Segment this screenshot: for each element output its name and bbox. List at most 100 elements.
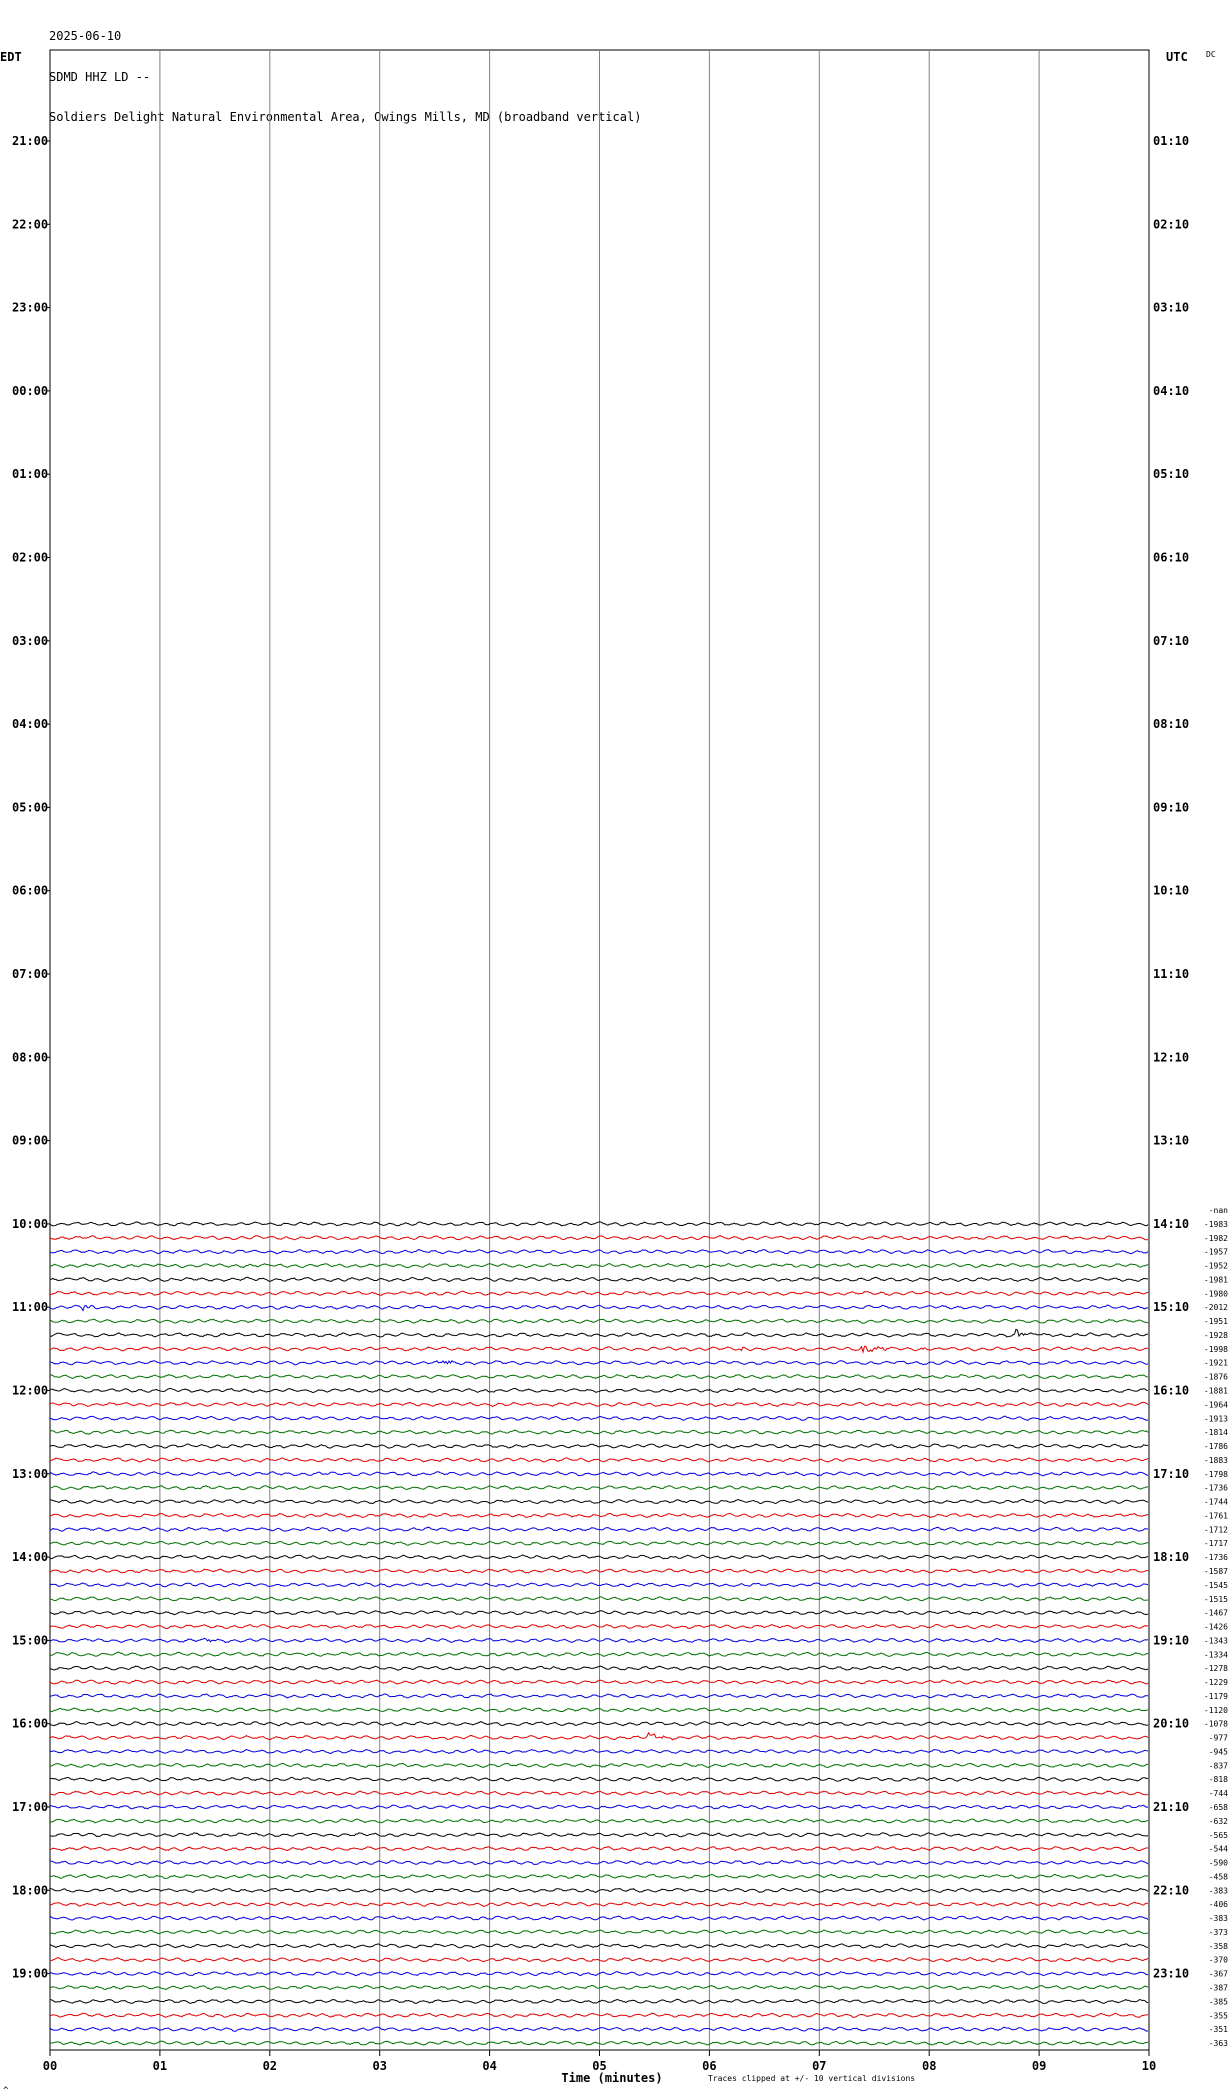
- dc-label: DC: [1206, 50, 1216, 59]
- trace-offset-label: -1883: [1204, 1456, 1228, 1465]
- x-axis-label: Time (minutes): [561, 2071, 662, 2085]
- trace-offset-label: -1744: [1204, 1498, 1228, 1507]
- x-tick-label: 00: [43, 2059, 57, 2073]
- right-hour-label: 18:10: [1153, 1550, 1189, 1564]
- trace-offset-label: -1982: [1204, 1234, 1228, 1243]
- left-hour-label: 08:00: [12, 1050, 48, 1064]
- left-hour-label: 00:00: [12, 384, 48, 398]
- x-tick-label: 07: [812, 2059, 826, 2073]
- right-hour-label: 02:10: [1153, 217, 1189, 231]
- trace-offset-label: -383: [1209, 1914, 1228, 1923]
- trace-offset-label: -1712: [1204, 1525, 1228, 1534]
- left-hour-label: 11:00: [12, 1300, 48, 1314]
- trace-offset-label: -1921: [1204, 1359, 1228, 1368]
- trace-offset-label: -358: [1209, 1942, 1228, 1951]
- trace-offset-label: -1876: [1204, 1373, 1228, 1382]
- helicorder-plot: 00 01 02 03 04 05 06 07 08 09 1021:00 01:1022:00 02:…: [0, 49, 1228, 2094]
- trace-offset-label: -1334: [1204, 1650, 1228, 1659]
- trace-offset-label: -1717: [1204, 1539, 1228, 1548]
- trace-offset-label: -590: [1209, 1859, 1228, 1868]
- x-tick-label: 02: [263, 2059, 277, 2073]
- trace-offset-label: -837: [1209, 1761, 1228, 1770]
- left-hour-label: 09:00: [12, 1134, 48, 1148]
- trace-offset-label: -658: [1209, 1803, 1228, 1812]
- right-hour-label: 01:10: [1153, 134, 1189, 148]
- trace-offset-label: -1229: [1204, 1678, 1228, 1687]
- trace-offset-label: -1120: [1204, 1706, 1228, 1715]
- right-hour-label: 15:10: [1153, 1300, 1189, 1314]
- trace-offset-label: -1913: [1204, 1414, 1228, 1423]
- trace-offset-label: -370: [1209, 1956, 1228, 1965]
- trace-offset-label: -1928: [1204, 1331, 1228, 1340]
- right-hour-label: 21:10: [1153, 1800, 1189, 1814]
- trace-offset-label: -367: [1209, 1970, 1228, 1979]
- right-hour-label: 08:10: [1153, 717, 1189, 731]
- trace-offset-label: -406: [1209, 1900, 1228, 1909]
- trace-offset-label: -1467: [1204, 1609, 1228, 1618]
- trace-offset-label: -1515: [1204, 1595, 1228, 1604]
- left-hour-label: 19:00: [12, 1967, 48, 1981]
- trace-offset-label: -1998: [1204, 1345, 1228, 1354]
- trace-offset-label: -1278: [1204, 1664, 1228, 1673]
- trace-offset-label: -1981: [1204, 1275, 1228, 1284]
- label-layer: 00 01 02 03 04 05 06 07 08 09 1021:00 01:1022:00 02:…: [12, 134, 1228, 2073]
- right-hour-label: 10:10: [1153, 884, 1189, 898]
- x-tick-label: 03: [372, 2059, 386, 2073]
- right-hour-label: 11:10: [1153, 967, 1189, 981]
- right-hour-label: 03:10: [1153, 301, 1189, 315]
- trace-offset-label: -977: [1209, 1734, 1228, 1743]
- trace-offset-label: -1179: [1204, 1692, 1228, 1701]
- right-hour-label: 04:10: [1153, 384, 1189, 398]
- left-hour-label: 22:00: [12, 217, 48, 231]
- right-timezone-label: UTC: [1166, 50, 1188, 64]
- left-hour-label: 16:00: [12, 1717, 48, 1731]
- left-timezone-label: EDT: [0, 50, 22, 64]
- right-hour-label: 22:10: [1153, 1883, 1189, 1897]
- right-hour-label: 20:10: [1153, 1717, 1189, 1731]
- trace-offset-label: -458: [1209, 1872, 1228, 1881]
- trace-offset-label: -1798: [1204, 1470, 1228, 1479]
- trace-offset-label: -1980: [1204, 1289, 1228, 1298]
- left-hour-label: 21:00: [12, 134, 48, 148]
- trace-offset-label: -1587: [1204, 1567, 1228, 1576]
- trace-offset-label: -565: [1209, 1831, 1228, 1840]
- right-hour-label: 14:10: [1153, 1217, 1189, 1231]
- right-hour-label: 05:10: [1153, 467, 1189, 481]
- left-hour-label: 04:00: [12, 717, 48, 731]
- x-tick-label: 08: [922, 2059, 936, 2073]
- clip-note: Traces clipped at +/- 10 vertical divisi…: [708, 2074, 915, 2083]
- left-hour-label: 17:00: [12, 1800, 48, 1814]
- trace-offset-label: -1964: [1204, 1400, 1228, 1409]
- trace-offset-label: -1426: [1204, 1623, 1228, 1632]
- trace-offset-label: -387: [1209, 1983, 1228, 1992]
- trace-offset-label: -351: [1209, 2025, 1228, 2034]
- trace-offset-label: -544: [1209, 1845, 1228, 1854]
- x-tick-label: 01: [153, 2059, 167, 2073]
- right-hour-label: 12:10: [1153, 1050, 1189, 1064]
- right-hour-label: 09:10: [1153, 800, 1189, 814]
- trace-offset-label: -363: [1209, 2039, 1228, 2048]
- trace-offset-label: -1881: [1204, 1387, 1228, 1396]
- left-hour-label: 02:00: [12, 551, 48, 565]
- trace-offset-label: -1786: [1204, 1442, 1228, 1451]
- trace-offset-label: -1545: [1204, 1581, 1228, 1590]
- trace-offset-label: -1951: [1204, 1317, 1228, 1326]
- right-hour-label: 06:10: [1153, 551, 1189, 565]
- left-hour-label: 13:00: [12, 1467, 48, 1481]
- trace-offset-label: -1957: [1204, 1248, 1228, 1257]
- left-hour-label: 12:00: [12, 1384, 48, 1398]
- right-hour-label: 13:10: [1153, 1134, 1189, 1148]
- trace-offset-label: -744: [1209, 1789, 1228, 1798]
- trace-offset-label: -1761: [1204, 1511, 1228, 1520]
- x-tick-label: 06: [702, 2059, 716, 2073]
- trace-offset-label: -1983: [1204, 1220, 1228, 1229]
- x-tick-label: 04: [482, 2059, 496, 2073]
- trace-offset-label: -383: [1209, 1886, 1228, 1895]
- right-hour-label: 07:10: [1153, 634, 1189, 648]
- trace-offset-label: -385: [1209, 1997, 1228, 2006]
- trace-offset-label: -355: [1209, 2011, 1228, 2020]
- right-hour-label: 23:10: [1153, 1967, 1189, 1981]
- trace-offset-label: -1736: [1204, 1484, 1228, 1493]
- trace-offset-label: -1952: [1204, 1262, 1228, 1271]
- left-hour-label: 05:00: [12, 800, 48, 814]
